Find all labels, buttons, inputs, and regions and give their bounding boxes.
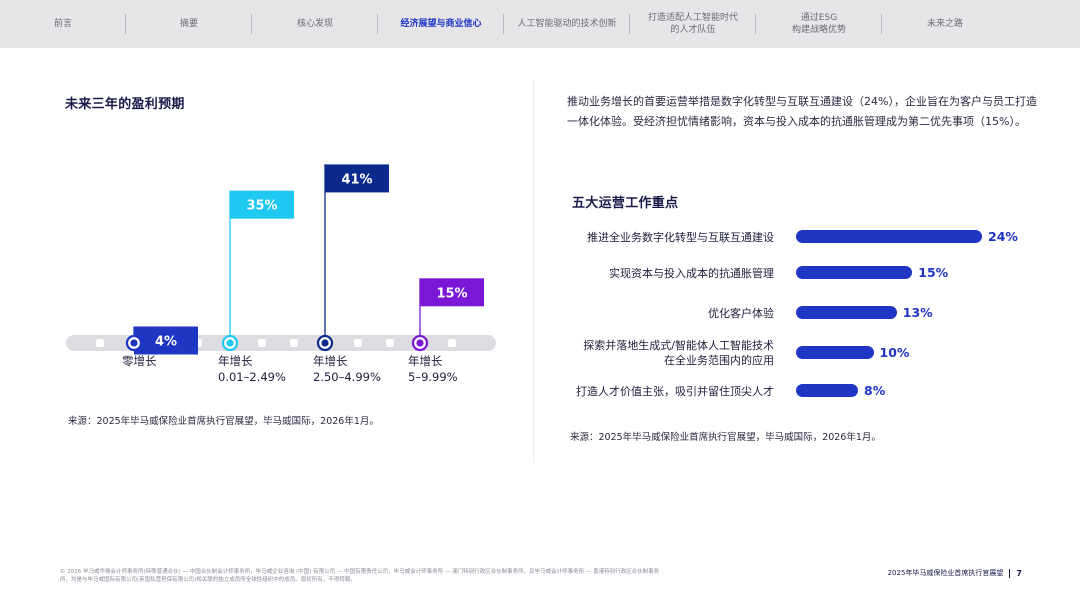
- nav-tab-ai-innovation[interactable]: 人工智能驱动的技术创新: [504, 0, 630, 48]
- flag-value-low: 35%: [246, 199, 277, 214]
- priority-label-digital: 推进全业务数字化转型与互联互通建设: [587, 230, 774, 244]
- footer-legal-text: © 2026 毕马威华振会计师事务所(特殊普通合伙) — 中国合伙制会计师事务所…: [60, 569, 660, 583]
- category-label-low: 年增长: [218, 354, 253, 368]
- flag-value-high: 15%: [436, 286, 467, 301]
- track-dot: [96, 339, 104, 347]
- track-dot: [354, 339, 362, 347]
- marker-dot-high: [416, 339, 424, 347]
- flag-value-mid: 41%: [341, 172, 372, 187]
- priority-row-digital: 推进全业务数字化转型与互联互通建设 24%: [560, 222, 1040, 252]
- priority-value-inflation: 15%: [918, 265, 949, 280]
- nav-tab-label: 未来之路: [926, 19, 963, 29]
- track-dot: [448, 339, 456, 347]
- nav-tab-key-findings[interactable]: 核心发现: [252, 0, 378, 48]
- category-label-mid: 2.50–4.99%: [313, 370, 381, 384]
- priority-row-inflation: 实现资本与投入成本的抗通胀管理 15%: [560, 258, 1040, 288]
- category-label-low: 0.01–2.49%: [218, 370, 286, 384]
- nav-tab-summary[interactable]: 摘要: [126, 0, 252, 48]
- priority-label-inflation: 实现资本与投入成本的抗通胀管理: [609, 266, 774, 280]
- category-label-mid: 年增长: [313, 354, 348, 368]
- left-source-note: 来源：2025年毕马威保险业首席执行官展望，毕马威国际，2026年1月。: [68, 416, 379, 427]
- priority-label-talent: 打造人才价值主张，吸引并留住顶尖人才: [576, 384, 774, 398]
- profit-expectation-title: 未来三年的盈利预期: [65, 97, 185, 112]
- priority-bar-inflation: [796, 266, 913, 279]
- nav-tab-label: 摘要: [179, 19, 198, 29]
- page-number: 7: [1016, 568, 1022, 578]
- nav-tab-label: 打造适配人工智能时代 的人才队伍: [647, 13, 738, 35]
- priority-label-cx: 优化客户体验: [708, 306, 774, 320]
- priority-label-genai: 探索并落地生成式/智能体人工智能技术 在全业务范围内的应用: [583, 339, 774, 367]
- category-label-high: 5–9.99%: [408, 370, 458, 384]
- marker-dot-zero: [130, 339, 138, 347]
- category-label-zero: 零增长: [122, 354, 157, 368]
- priority-value-cx: 13%: [902, 305, 933, 320]
- nav-tab-ai-talent[interactable]: 打造适配人工智能时代 的人才队伍: [630, 0, 756, 48]
- marker-dot-low: [226, 339, 234, 347]
- operational-priorities-title: 五大运营工作重点: [572, 196, 679, 211]
- priority-row-genai: 探索并落地生成式/智能体人工智能技术 在全业务范围内的应用 10%: [560, 338, 1040, 368]
- priority-value-genai: 10%: [879, 345, 910, 360]
- nav-tab-label: 经济展望与商业信心: [400, 19, 482, 29]
- nav-tab-label: 核心发现: [296, 19, 333, 29]
- priority-bar-talent: [796, 384, 858, 397]
- flag-value-zero: 4%: [155, 334, 177, 349]
- nav-tab-label: 人工智能驱动的技术创新: [517, 19, 617, 29]
- nav-tab-preface[interactable]: 前言: [0, 0, 126, 48]
- column-divider: [533, 80, 534, 462]
- footer-report-info: 2025年毕马威保险业首席执行官展望 7: [888, 568, 1022, 578]
- footer-report-name: 2025年毕马威保险业首席执行官展望: [887, 569, 1004, 577]
- priority-bar-cx: [796, 306, 897, 319]
- profit-expectation-chart: 4% 零增长 35% 年增长 0.01–2.49% 41% 年增长 2.50–4.99% 15%…: [66, 164, 496, 384]
- priority-row-cx: 优化客户体验 13%: [560, 298, 1040, 328]
- priority-value-talent: 8%: [864, 383, 886, 398]
- priority-bar-genai: [796, 346, 874, 359]
- top-nav: 前言 摘要 核心发现 经济展望与商业信心 人工智能驱动的技术创新 打造适配人工智…: [0, 0, 1080, 48]
- priority-row-talent: 打造人才价值主张，吸引并留住顶尖人才 8%: [560, 376, 1040, 406]
- nav-tab-label: 通过ESG 构建战略优势: [791, 13, 846, 35]
- nav-tab-economic-outlook[interactable]: 经济展望与商业信心: [378, 0, 504, 48]
- intro-paragraph: 推动业务增长的首要运营举措是数字化转型与互联互通建设（24%），企业旨在为客户与…: [567, 95, 1037, 128]
- priority-bar-digital: [796, 230, 982, 243]
- nav-tab-way-forward[interactable]: 未来之路: [882, 0, 1008, 48]
- priority-value-digital: 24%: [988, 229, 1018, 244]
- track-dot: [386, 339, 394, 347]
- right-source-note: 来源：2025年毕马威保险业首席执行官展望，毕马威国际，2026年1月。: [570, 432, 881, 443]
- footer-divider: [1009, 568, 1011, 578]
- category-label-high: 年增长: [408, 354, 443, 368]
- track-dot: [290, 339, 298, 347]
- nav-tab-label: 前言: [53, 19, 72, 29]
- marker-dot-mid: [321, 339, 329, 347]
- track-dot: [258, 339, 266, 347]
- nav-tab-esg[interactable]: 通过ESG 构建战略优势: [756, 0, 882, 48]
